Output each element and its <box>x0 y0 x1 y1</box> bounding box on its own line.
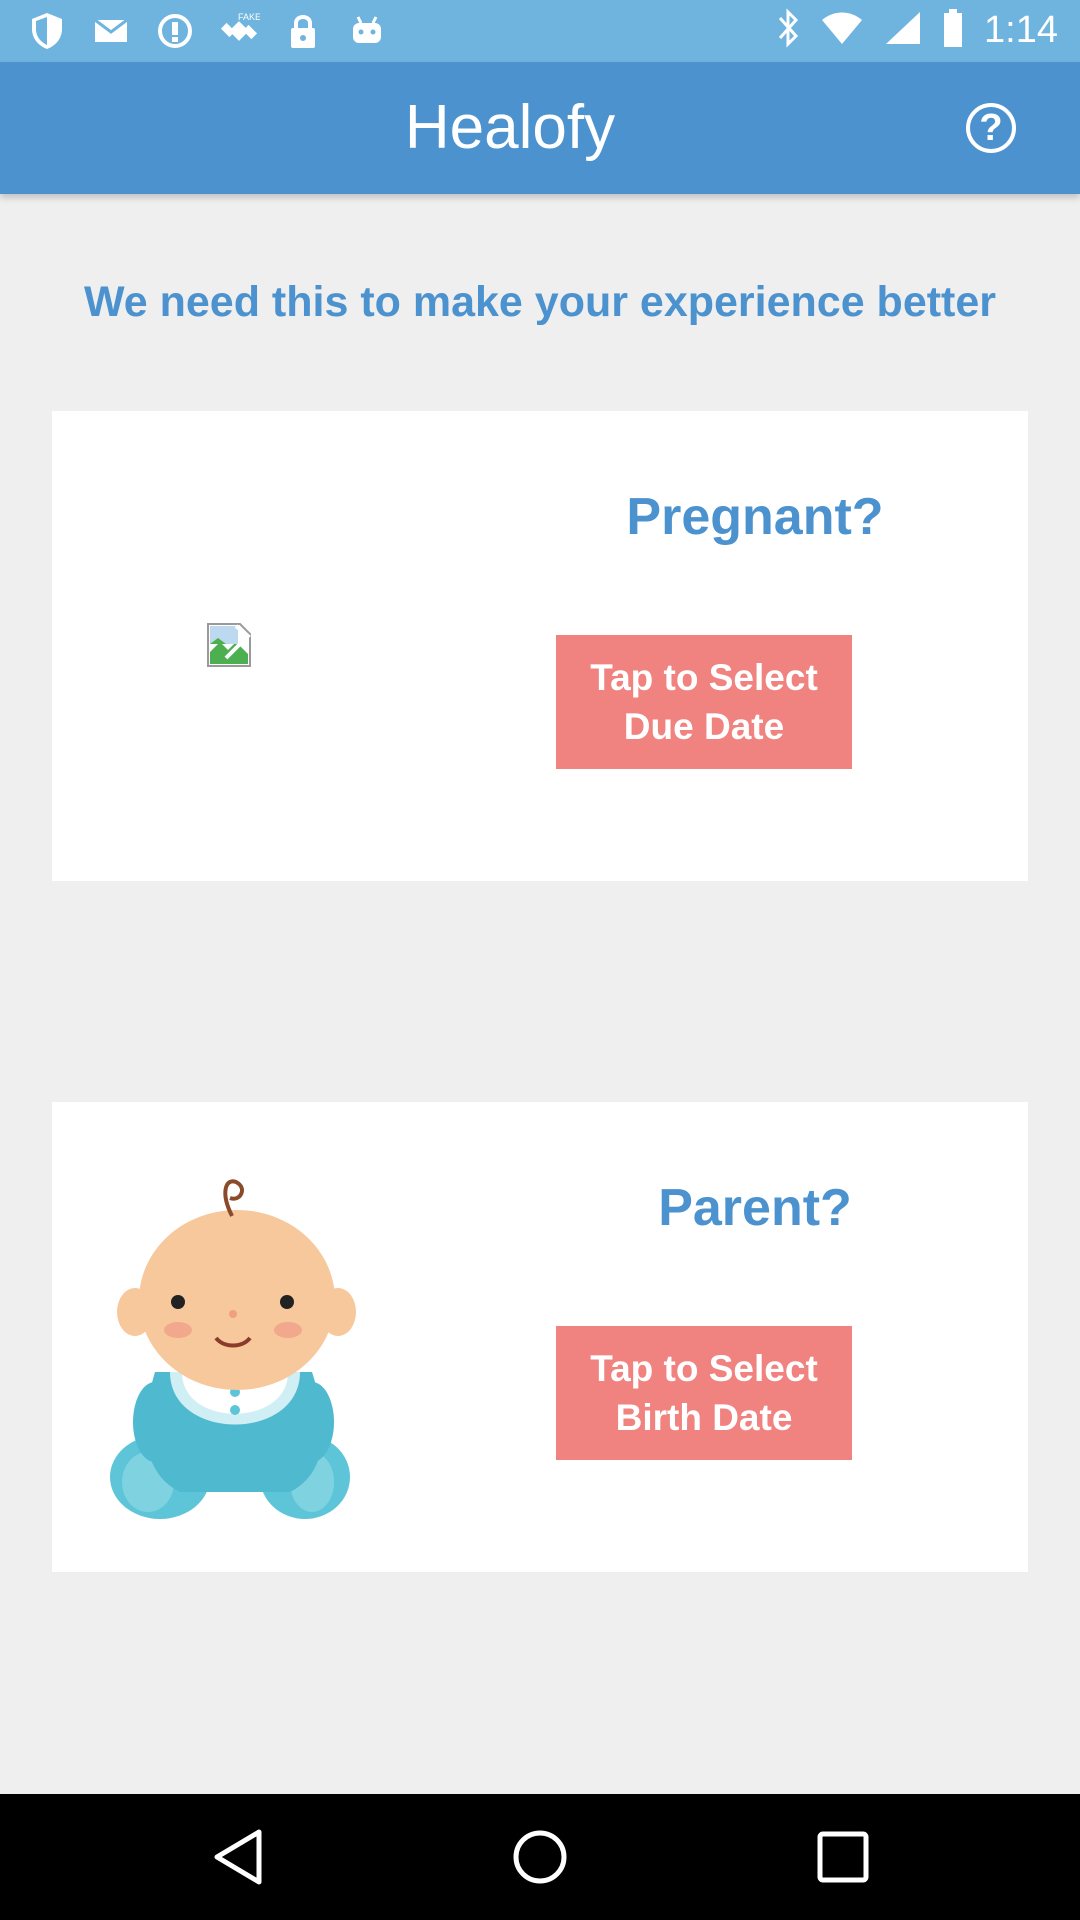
wifi-icon <box>820 10 864 51</box>
page-headline: We need this to make your experience bet… <box>83 278 997 326</box>
battery-icon <box>942 8 964 53</box>
recents-icon[interactable] <box>810 1824 876 1890</box>
baby-illustration <box>110 1179 356 1519</box>
parent-card: Parent? Tap to Select Birth Date <box>52 1102 1028 1572</box>
pregnant-card: Pregnant? Tap to Select Due Date <box>52 411 1028 881</box>
android-icon <box>346 10 388 52</box>
parent-question: Parent? <box>658 1179 852 1237</box>
app-title: Healofy <box>404 93 616 162</box>
bluetooth-icon <box>776 8 800 53</box>
status-time: 1:14 <box>984 9 1058 51</box>
select-birth-date-button[interactable]: Tap to Select Birth Date <box>556 1326 852 1460</box>
status-icons-left: FAKE <box>26 10 388 52</box>
home-icon[interactable] <box>507 1824 573 1890</box>
status-icons-right: 1:14 <box>776 8 1058 53</box>
shield-icon <box>26 10 68 52</box>
help-icon: ? <box>979 106 1003 149</box>
app-bar: Healofy ? <box>0 62 1080 194</box>
mail-icon <box>90 10 132 52</box>
info-circle-icon <box>154 10 196 52</box>
back-icon[interactable] <box>207 1824 273 1890</box>
help-button[interactable]: ? <box>966 103 1016 153</box>
lock-icon <box>282 10 324 52</box>
pregnant-question: Pregnant? <box>626 488 884 546</box>
broken-image-icon <box>207 623 251 667</box>
fake-gps-icon: FAKE <box>218 10 260 52</box>
select-due-date-button[interactable]: Tap to Select Due Date <box>556 635 852 769</box>
signal-icon <box>884 10 922 51</box>
status-bar: FAKE 1:14 <box>0 0 1080 62</box>
navigation-bar <box>0 1794 1080 1920</box>
svg-text:FAKE: FAKE <box>238 12 260 22</box>
